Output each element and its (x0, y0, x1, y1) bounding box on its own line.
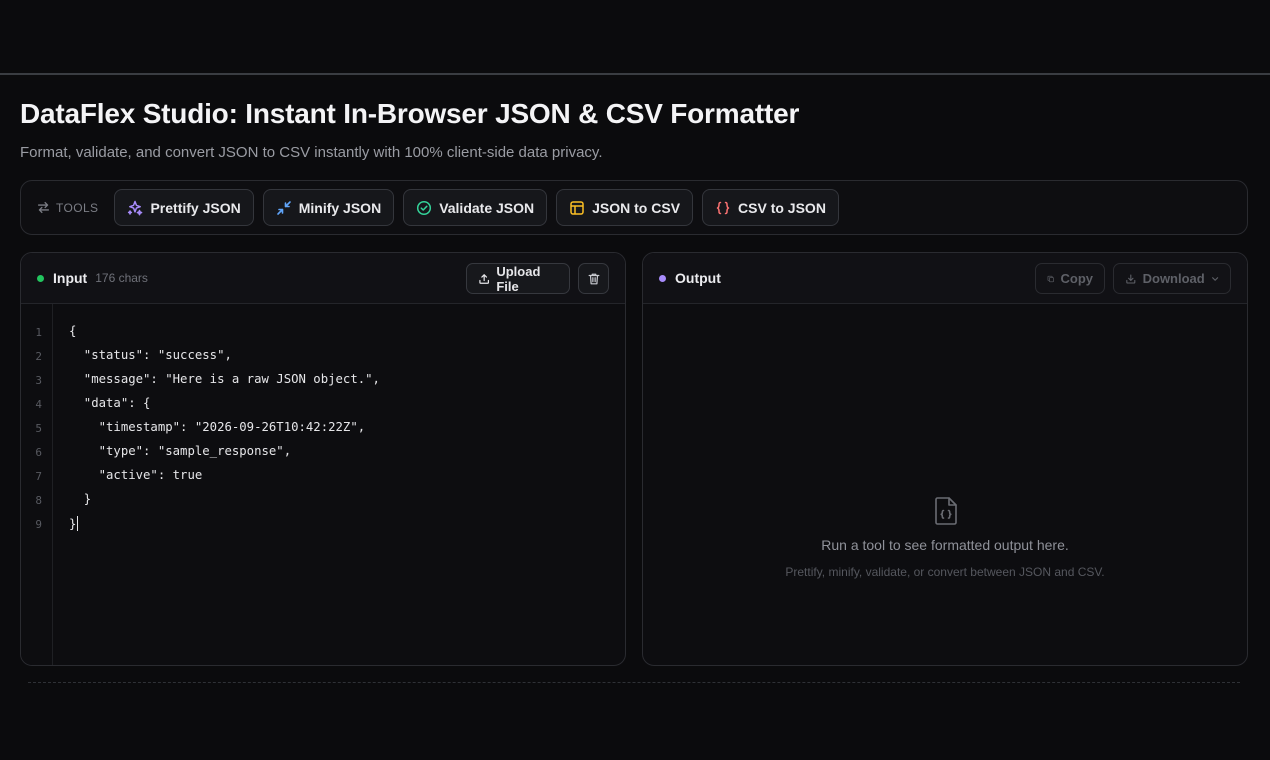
copy-label: Copy (1060, 271, 1094, 286)
code-line-text: } (69, 516, 77, 531)
copy-icon (1047, 275, 1054, 282)
upload-file-label: Upload File (496, 263, 541, 294)
empty-state-subtitle: Prettify, minify, validate, or convert b… (785, 565, 1105, 579)
upload-icon (479, 273, 490, 284)
prettify-json-button[interactable]: Prettify JSON (114, 189, 254, 226)
input-panel: Input 176 chars Upload File 1 2 3 4 5 6 (20, 252, 626, 666)
file-json-icon (935, 497, 957, 525)
code-line: "timestamp": "2026-09-26T10:42:22Z", (69, 420, 366, 434)
footer-divider (28, 682, 1240, 683)
output-panel: Output Copy Download Run a tool to see f… (642, 252, 1248, 666)
sparkles-icon (128, 200, 143, 215)
line-number: 6 (35, 446, 42, 459)
trash-icon (588, 273, 599, 284)
page-subtitle: Format, validate, and convert JSON to CS… (20, 144, 603, 161)
minify-json-label: Minify JSON (298, 199, 382, 216)
tools-label: TOOLS (37, 201, 98, 215)
table-icon (570, 200, 584, 215)
code-line: } (69, 492, 92, 506)
code-line: "type": "sample_response", (69, 444, 292, 458)
json-to-csv-button[interactable]: JSON to CSV (556, 189, 694, 226)
code-line: "active": true (69, 468, 203, 482)
code-line: "message": "Here is a raw JSON object.", (69, 372, 380, 386)
swap-arrows-icon (37, 201, 50, 214)
input-panel-header: Input 176 chars Upload File (21, 253, 625, 304)
output-status-dot (659, 274, 666, 282)
line-number: 9 (35, 518, 42, 531)
empty-state-title: Run a tool to see formatted output here. (821, 537, 1069, 553)
minimize-arrows-icon (276, 200, 291, 215)
top-divider (0, 73, 1270, 75)
page-title: DataFlex Studio: Instant In-Browser JSON… (20, 98, 800, 129)
line-number: 1 (35, 326, 42, 339)
check-circle-icon (417, 200, 432, 215)
top-bar (0, 0, 1270, 73)
line-number-gutter: 1 2 3 4 5 6 7 8 9 (21, 304, 53, 665)
json-to-csv-label: JSON to CSV (592, 199, 681, 216)
line-number: 5 (35, 422, 42, 435)
text-caret (77, 516, 79, 531)
input-panel-title: Input (53, 270, 88, 286)
chevron-down-icon (1211, 276, 1218, 281)
line-number: 2 (35, 350, 42, 363)
copy-output-button[interactable]: Copy (1035, 263, 1105, 294)
csv-to-json-button[interactable]: CSV to JSON (702, 189, 839, 226)
upload-file-button[interactable]: Upload File (466, 263, 570, 294)
validate-json-button[interactable]: Validate JSON (403, 189, 548, 226)
download-output-button[interactable]: Download (1113, 263, 1231, 294)
validate-json-label: Validate JSON (439, 199, 535, 216)
braces-icon (716, 201, 730, 214)
output-empty-state: Run a tool to see formatted output here.… (643, 304, 1247, 665)
input-char-count: 176 chars (95, 271, 148, 285)
line-number: 3 (35, 374, 42, 387)
minify-json-button[interactable]: Minify JSON (262, 189, 395, 226)
download-icon (1126, 273, 1136, 284)
code-line: { (69, 324, 77, 338)
output-panel-title: Output (675, 270, 721, 286)
output-panel-header: Output Copy Download (643, 253, 1247, 304)
prettify-json-label: Prettify JSON (150, 199, 241, 216)
line-number: 4 (35, 398, 42, 411)
code-line-last: } (69, 516, 79, 531)
tools-toolbar: TOOLS Prettify JSON Minify JSON Validate… (20, 180, 1248, 235)
line-number: 8 (35, 494, 42, 507)
input-status-dot (37, 274, 44, 282)
clear-input-button[interactable] (578, 263, 609, 294)
csv-to-json-label: CSV to JSON (738, 199, 826, 216)
line-number: 7 (35, 470, 42, 483)
code-line: "status": "success", (69, 348, 232, 362)
json-input-editor[interactable]: 1 2 3 4 5 6 7 8 9 { "status": "success",… (21, 304, 625, 665)
download-label: Download (1142, 271, 1205, 286)
code-line: "data": { (69, 396, 151, 410)
tools-label-text: TOOLS (56, 200, 99, 215)
